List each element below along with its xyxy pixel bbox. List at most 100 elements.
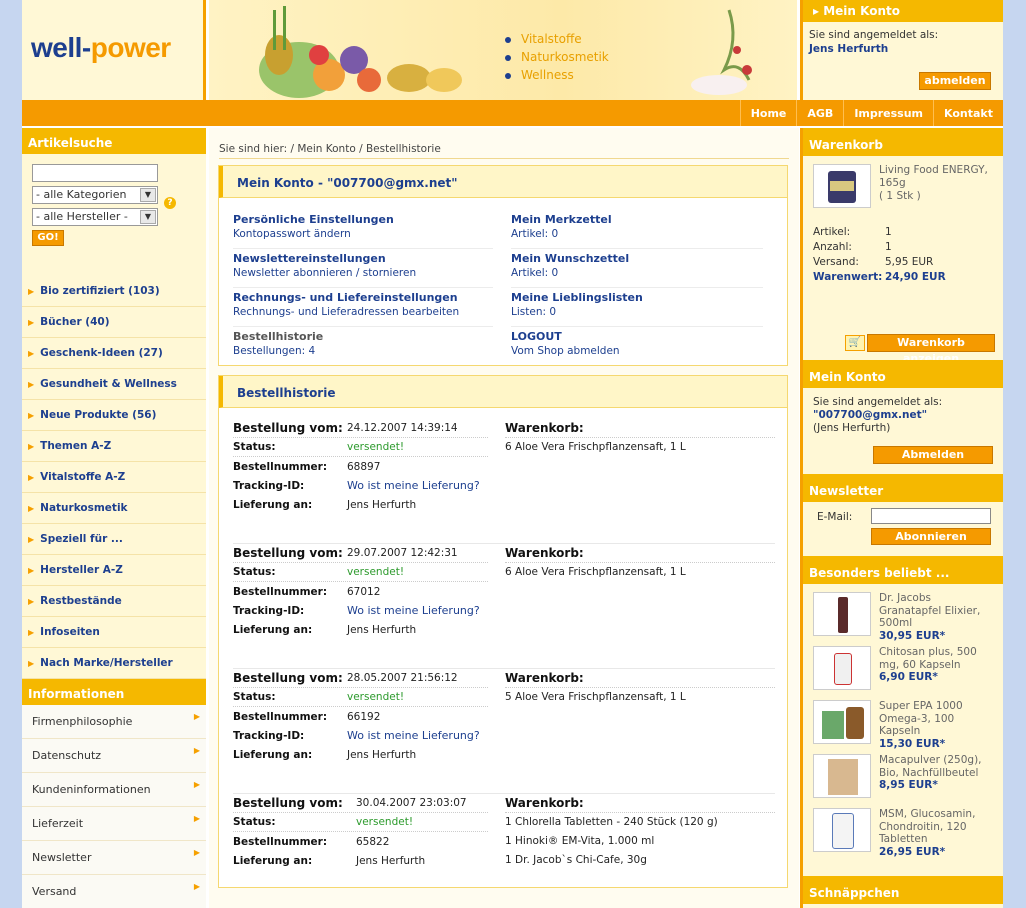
order-delivery: Jens Herfurth xyxy=(347,623,417,636)
order-entry: Bestellung vom: 24.12.2007 14:39:14 Statu… xyxy=(233,419,775,544)
top-account-label: Sie sind angemeldet als: xyxy=(809,29,939,41)
info-item[interactable]: Kundeninformationen ▶ xyxy=(22,773,206,807)
order-item: 6 Aloe Vera Frischpflanzensaft, 1 L xyxy=(505,441,686,453)
account-link-addresses[interactable]: Rechnungs- und Liefereinstellungen Rechnu… xyxy=(233,288,493,327)
banner-list: Vitalstoffe Naturkosmetik Wellness xyxy=(505,30,609,84)
nav-home[interactable]: Home xyxy=(739,100,797,126)
popular-item-price: 6,90 EUR* xyxy=(879,671,938,683)
account-link-history[interactable]: Bestellhistorie Bestellungen: 4 xyxy=(233,327,493,366)
order-cart-label: Warenkorb: xyxy=(505,544,775,563)
subscribe-button[interactable]: Abonnieren xyxy=(871,528,991,545)
category-item[interactable]: ▶ Naturkosmetik xyxy=(22,493,206,524)
product-image[interactable] xyxy=(813,754,871,798)
maker-select[interactable]: - alle Hersteller - ▼ xyxy=(32,208,158,226)
tracking-link[interactable]: Wo ist meine Lieferung? xyxy=(347,479,480,492)
category-list: ▶ Bio zertifiziert (103) ▶ Bücher (40) ▶ Ge… xyxy=(22,276,206,679)
search-go-button[interactable]: GO! xyxy=(32,230,64,246)
account-link-wunschzettel[interactable]: Mein Wunschzettel Artikel: 0 xyxy=(511,249,763,288)
category-item[interactable]: ▶ Vitalstoffe A-Z xyxy=(22,462,206,493)
popular-box: Besonders beliebt ... Dr. Jacobs Granata… xyxy=(803,556,1003,858)
popular-item-name[interactable]: Super EPA 1000 Omega-3, 100 Kapseln xyxy=(879,700,995,738)
top-logout-button[interactable]: abmelden xyxy=(919,72,991,90)
product-image[interactable] xyxy=(813,700,871,744)
logo[interactable]: well-power xyxy=(22,0,206,100)
nav-impressum[interactable]: Impressum xyxy=(843,100,933,126)
popular-item-name[interactable]: MSM, Glucosamin, Chondroitin, 120 Tablet… xyxy=(879,808,995,846)
show-cart-button[interactable]: Warenkorb anzeigen xyxy=(867,334,995,365)
top-account-title: ▸ Mein Konto xyxy=(803,0,1003,22)
triangle-right-icon: ▶ xyxy=(28,380,35,389)
bargains-box: Schnäppchen xyxy=(803,876,1003,904)
logout-button[interactable]: Abmelden xyxy=(873,446,993,464)
category-select[interactable]: - alle Kategorien ▼ xyxy=(32,186,158,204)
product-image[interactable] xyxy=(813,164,871,208)
category-item[interactable]: ▶ Bücher (40) xyxy=(22,307,206,338)
triangle-right-icon: ▶ xyxy=(193,848,200,857)
info-item[interactable]: Lieferzeit ▶ xyxy=(22,807,206,841)
order-date-label: Bestellung vom: xyxy=(233,546,343,560)
account-link-personal[interactable]: Persönliche Einstellungen Kontopasswort ä… xyxy=(233,210,493,249)
account-link-newsletter[interactable]: Newslettereinstellungen Newsletter abonni… xyxy=(233,249,493,288)
order-delivery-label: Lieferung an: xyxy=(233,623,313,636)
popular-item-name[interactable]: Chitosan plus, 500 mg, 60 Kapseln xyxy=(879,646,995,671)
category-item[interactable]: ▶ Speziell für ... xyxy=(22,524,206,555)
cart-summary-label: Warenwert: xyxy=(813,271,883,283)
category-item[interactable]: ▶ Restbestände xyxy=(22,586,206,617)
help-icon[interactable]: ? xyxy=(164,197,176,209)
account-box-name: (Jens Herfurth) xyxy=(813,422,891,434)
order-date: 30.04.2007 23:03:07 xyxy=(356,797,467,809)
info-item[interactable]: Datenschutz ▶ xyxy=(22,739,206,773)
bargains-title: Schnäppchen xyxy=(803,876,1003,904)
info-item[interactable]: Versand ▶ xyxy=(22,875,206,908)
banner-item[interactable]: Wellness xyxy=(505,66,609,84)
order-status: versendet! xyxy=(347,566,405,578)
category-item[interactable]: ▶ Themen A-Z xyxy=(22,431,206,462)
popular-item[interactable]: MSM, Glucosamin, Chondroitin, 120 Tablet… xyxy=(803,800,1003,858)
popular-item[interactable]: Chitosan plus, 500 mg, 60 Kapseln 6,90 EU… xyxy=(803,638,1003,692)
category-item[interactable]: ▶ Nach Marke/Hersteller xyxy=(22,648,206,679)
header: well-power Vitalstoffe Naturkosmetik Wel… xyxy=(22,0,1003,100)
order-number: 68897 xyxy=(347,460,381,473)
order-number: 66192 xyxy=(347,710,381,723)
triangle-right-icon: ▶ xyxy=(28,473,35,482)
triangle-right-icon: ▶ xyxy=(193,746,200,755)
category-item[interactable]: ▶ Neue Produkte (56) xyxy=(22,400,206,431)
banner-item[interactable]: Vitalstoffe xyxy=(505,30,609,48)
product-image[interactable] xyxy=(813,592,871,636)
order-delivery-label: Lieferung an: xyxy=(233,748,313,761)
order-date: 29.07.2007 12:42:31 xyxy=(347,547,458,559)
order-delivery: Jens Herfurth xyxy=(347,498,417,511)
tracking-link[interactable]: Wo ist meine Lieferung? xyxy=(347,604,480,617)
popular-item[interactable]: Super EPA 1000 Omega-3, 100 Kapseln 15,30… xyxy=(803,692,1003,750)
product-image[interactable] xyxy=(813,646,871,690)
cart-product-name[interactable]: Living Food ENERGY, 165g xyxy=(879,164,999,190)
info-item[interactable]: Newsletter ▶ xyxy=(22,841,206,875)
search-input[interactable] xyxy=(32,164,158,182)
account-link-lists[interactable]: Meine Lieblingslisten Listen: 0 xyxy=(511,288,763,327)
category-item[interactable]: ▶ Hersteller A-Z xyxy=(22,555,206,586)
category-item[interactable]: ▶ Geschenk-Ideen (27) xyxy=(22,338,206,369)
newsletter-email-input[interactable] xyxy=(871,508,991,524)
category-item[interactable]: ▶ Bio zertifiziert (103) xyxy=(22,276,206,307)
search-title: Artikelsuche xyxy=(22,128,206,154)
category-item[interactable]: ▶ Infoseiten xyxy=(22,617,206,648)
left-sidebar: Artikelsuche ? - alle Kategorien ▼ - alle… xyxy=(22,128,206,908)
triangle-right-icon: ▶ xyxy=(28,535,35,544)
order-date-label: Bestellung vom: xyxy=(233,421,343,435)
order-delivery-label: Lieferung an: xyxy=(233,854,313,867)
popular-item-name[interactable]: Macapulver (250g), Bio, Nachfüllbeutel xyxy=(879,754,995,779)
order-item: 1 Dr. Jacob`s Chi-Cafe, 30g xyxy=(505,854,647,866)
info-item[interactable]: Firmenphilosophie ▶ xyxy=(22,705,206,739)
nav-kontakt[interactable]: Kontakt xyxy=(933,100,1003,126)
banner-item[interactable]: Naturkosmetik xyxy=(505,48,609,66)
account-link-merkzettel[interactable]: Mein Merkzettel Artikel: 0 xyxy=(511,210,763,249)
tracking-link[interactable]: Wo ist meine Lieferung? xyxy=(347,729,480,742)
category-item[interactable]: ▶ Gesundheit & Wellness xyxy=(22,369,206,400)
popular-item-name[interactable]: Dr. Jacobs Granatapfel Elixier, 500ml xyxy=(879,592,995,630)
product-image[interactable] xyxy=(813,808,871,852)
nav-agb[interactable]: AGB xyxy=(796,100,843,126)
triangle-right-icon: ▶ xyxy=(28,287,35,296)
popular-item[interactable]: Macapulver (250g), Bio, Nachfüllbeutel 8,… xyxy=(803,746,1003,800)
popular-item[interactable]: Dr. Jacobs Granatapfel Elixier, 500ml 30,… xyxy=(803,584,1003,642)
account-link-logout[interactable]: LOGOUT Vom Shop abmelden xyxy=(511,327,763,366)
